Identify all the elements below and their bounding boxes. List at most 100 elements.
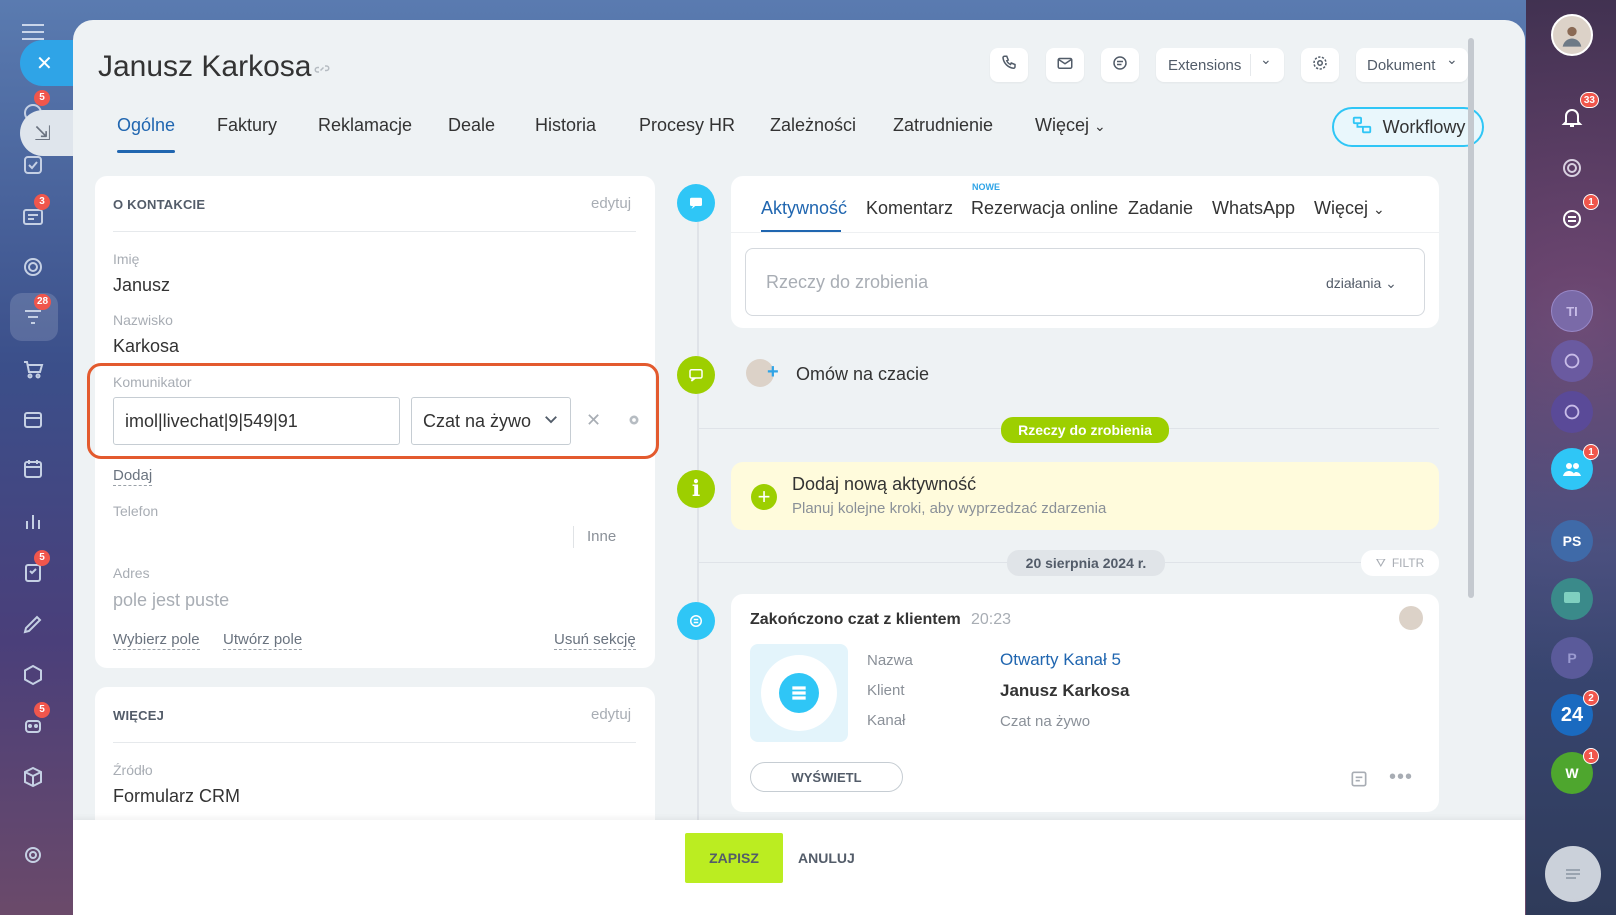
date-pill: 20 sierpnia 2024 r. [1007,550,1165,576]
close-slider-button[interactable]: ✕ [20,40,74,86]
bitrix24-icon[interactable]: 24 2 [1551,690,1599,736]
call-button[interactable] [990,48,1028,82]
more-options-icon[interactable]: ••• [1389,766,1413,789]
chevron-down-icon: ⌄ [1094,118,1106,134]
target-icon[interactable] [20,254,46,280]
tab-activity-more[interactable]: Więcej ⌄ [1314,198,1385,219]
tab-deals[interactable]: Deale [448,115,495,136]
document-label: Dokument [1367,56,1436,74]
workflows-button[interactable]: Workflowy [1332,107,1484,147]
chat-button[interactable] [1101,48,1139,82]
settings-app-icon[interactable] [20,842,46,868]
extensions-divider [1250,54,1251,76]
news-badge: 3 [34,194,50,210]
news-icon[interactable]: 3 [20,194,50,230]
tab-whatsapp[interactable]: WhatsApp [1212,198,1295,219]
field-settings-icon[interactable] [625,411,643,434]
tab-complaints[interactable]: Reklamacje [318,115,412,136]
tab-more[interactable]: Więcej ⌄ [1035,115,1106,136]
messenger-input[interactable]: imol|livechat|9|549|91 [113,397,400,445]
settings-button[interactable] [1301,48,1339,82]
tab-more-label: Więcej [1035,115,1090,135]
chat-channel-value: Czat na żywo [1000,713,1091,730]
cart-icon[interactable] [20,356,46,382]
analytics-icon[interactable] [20,508,46,534]
target-right-icon[interactable] [1551,147,1593,189]
robot-icon[interactable]: 5 [20,702,50,738]
calendar-icon[interactable] [20,456,46,482]
panel-scrollbar[interactable] [1468,38,1474,598]
about-edit-link[interactable]: edytuj [591,195,631,212]
notifications-bell-icon[interactable]: 33 [1551,92,1599,138]
remove-field-icon[interactable]: ✕ [586,410,601,431]
notifications-badge: 33 [1579,92,1599,108]
tab-dependencies[interactable]: Zależności [770,115,856,136]
chat-list-button[interactable] [1545,846,1601,902]
box-icon[interactable] [20,764,46,790]
minimize-arrow-icon: ⇲ [34,122,51,145]
more-edit-link[interactable]: edytuj [591,706,631,723]
view-chat-button[interactable]: WYŚWIETL [750,762,903,792]
avatar-w-badge: 1 [1583,748,1599,764]
actions-dropdown[interactable]: działania ⌄ [1326,275,1397,292]
chevron-down-icon: ⌄ [1385,275,1397,291]
messages-icon[interactable] [1551,578,1593,620]
cancel-button[interactable]: ANULUJ [798,833,855,883]
tab-online-booking[interactable]: Rezerwacja online [971,198,1118,219]
add-activity-title: Dodaj nową aktywność [792,474,977,494]
hexagon-icon[interactable] [20,662,46,688]
tab-activity[interactable]: Aktywność [761,198,847,219]
extensions-dropdown[interactable]: Extensions ⌄ [1156,48,1284,82]
document-dropdown[interactable]: Dokument ⌄ [1356,48,1468,82]
store-icon[interactable] [20,406,46,432]
menu-icon[interactable] [22,24,44,40]
tab-history[interactable]: Historia [535,115,596,136]
save-button[interactable]: ZAPISZ [685,833,783,883]
note-icon[interactable] [1349,769,1369,794]
chat-name-link[interactable]: Otwarty Kanał 5 [1000,650,1121,670]
user-avatar[interactable] [1551,14,1593,56]
sign-icon[interactable] [20,611,46,637]
add-messenger-link[interactable]: Dodaj [113,467,153,486]
crm-funnel-icon[interactable]: 28 [20,294,52,330]
phone-icon [1000,54,1018,76]
group-chat-badge: 1 [1583,444,1599,460]
avatar-ps[interactable]: PS [1551,520,1593,562]
responsible-avatar[interactable] [1399,606,1423,630]
avatar-ti-label: TI [1566,303,1578,319]
group-chat-icon[interactable]: 1 [1551,444,1599,490]
tab-employment[interactable]: Zatrudnienie [893,115,993,136]
chat-bubble-icon-2[interactable] [1551,391,1593,433]
crm-badge: 28 [34,294,52,310]
todo-input[interactable]: Rzeczy do zrobienia działania ⌄ [745,248,1425,316]
delete-section-link[interactable]: Usuń sekcję [554,631,636,650]
discuss-in-chat-row[interactable]: + Omów na czacie [731,348,1439,398]
tab-comment[interactable]: Komentarz [866,198,953,219]
actions-label: działania [1326,275,1382,291]
about-section-title: O KONTAKCIE [113,197,206,212]
chat-client-value[interactable]: Janusz Karkosa [1000,681,1129,701]
phone-type-select[interactable]: Inne [587,528,616,545]
avatar-p[interactable]: P [1551,637,1593,679]
about-divider [113,231,636,232]
avatar-w[interactable]: W 1 [1551,748,1599,794]
tab-task[interactable]: Zadanie [1128,198,1193,219]
select-field-link[interactable]: Wybierz pole [113,631,200,650]
open-lines-icon[interactable]: 1 [1551,194,1599,240]
avatar-ti[interactable]: TI [1551,290,1593,332]
tab-invoices[interactable]: Faktury [217,115,277,136]
bitrix24-badge: 2 [1583,690,1599,706]
avatar-w-label: W [1565,765,1579,781]
documents-icon[interactable]: 5 [20,550,50,586]
email-button[interactable] [1046,48,1084,82]
minimize-slider-button[interactable]: ⇲ [20,110,74,156]
tab-hr-processes[interactable]: Procesy HR [639,115,735,136]
filter-button[interactable]: ⛛ FILTR [1361,550,1439,576]
add-activity-card[interactable]: + Dodaj nową aktywność Planuj kolejne kr… [731,462,1439,530]
create-field-link[interactable]: Utwórz pole [223,631,303,650]
chat-bubble-icon-1[interactable] [1551,340,1593,382]
messenger-type-select[interactable]: Czat na żywo [411,397,571,445]
copy-link-icon[interactable] [313,60,331,83]
workflows-label: Workflowy [1382,116,1466,137]
tab-general[interactable]: Ogólne [117,115,176,153]
